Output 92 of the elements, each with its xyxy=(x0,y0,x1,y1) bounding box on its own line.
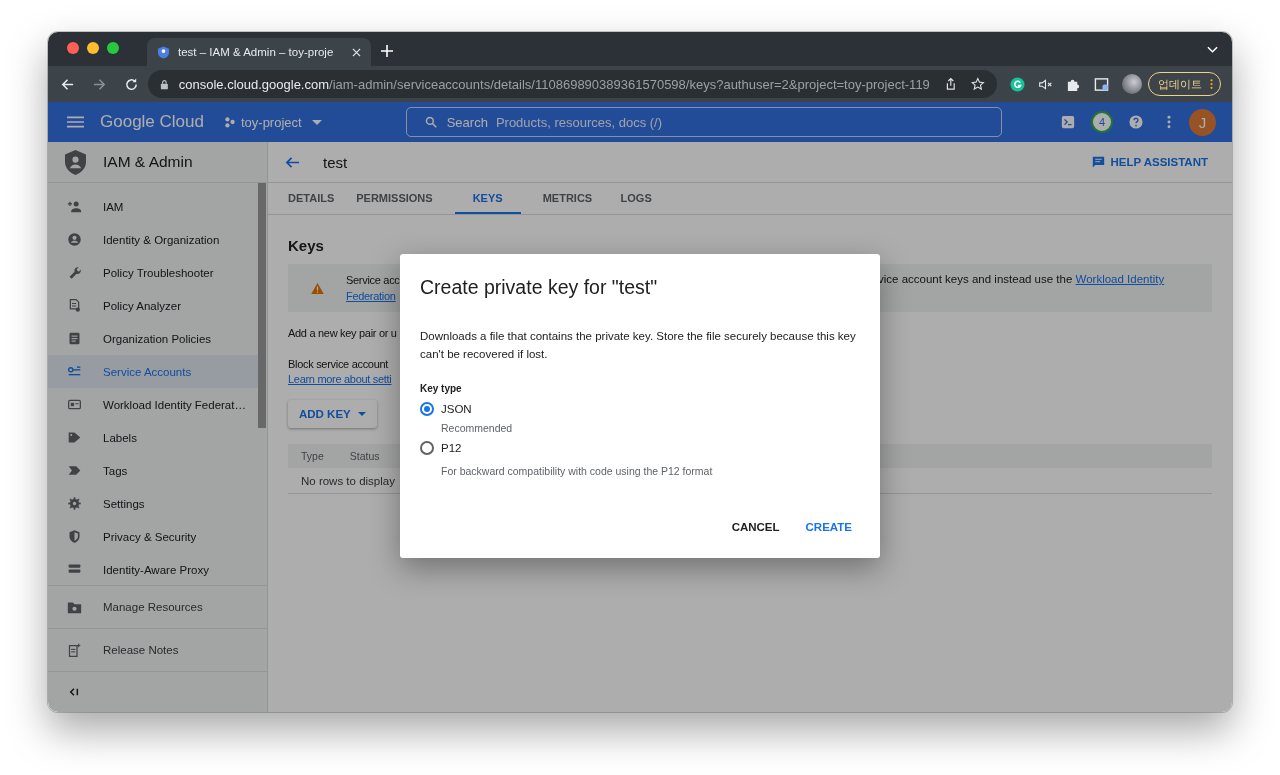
project-picker[interactable]: toy-project xyxy=(223,114,322,130)
sidebar-item[interactable]: IAM xyxy=(48,190,258,223)
sidebar-item[interactable]: Policy Analyzer xyxy=(48,289,258,322)
column-header[interactable]: Type xyxy=(301,450,324,462)
shield-icon xyxy=(157,45,170,59)
sidebar-link[interactable]: Release Notes xyxy=(48,629,267,672)
tab[interactable]: KEYS xyxy=(454,183,521,214)
tab[interactable]: PERMISSIONS xyxy=(356,183,433,214)
column-header[interactable]: Status xyxy=(349,450,380,462)
radio-option[interactable]: P12 xyxy=(420,441,462,455)
option-hint: Recommended xyxy=(440,422,514,434)
extension-icon[interactable] xyxy=(1010,76,1025,92)
new-tab-icon[interactable] xyxy=(381,45,393,57)
sidebar-item[interactable]: Tags xyxy=(48,454,258,487)
option-hint: For backward compatibility with code using the P12 format xyxy=(440,465,714,477)
sidebar-item[interactable]: Identity-Aware Proxy xyxy=(48,553,258,585)
shield-icon xyxy=(65,149,86,175)
dialog-description: Downloads a file that contains the private key. Store the file securely because this key can't be recovered if lost. xyxy=(420,329,857,362)
search-input[interactable]: Products, resources, docs (/) xyxy=(495,114,987,130)
shield-icon xyxy=(67,529,82,544)
caret-icon xyxy=(311,119,322,125)
side-panel-icon[interactable] xyxy=(1094,76,1109,92)
close-window-button[interactable] xyxy=(67,42,79,54)
person-circle-icon xyxy=(67,232,82,247)
sidebar-title: IAM & Admin xyxy=(103,153,193,171)
banner-text: Service acc xyxy=(346,274,400,286)
sidebar-item[interactable]: Workload Identity Federat… xyxy=(48,388,258,421)
maximize-window-button[interactable] xyxy=(107,42,119,54)
notification-badge[interactable]: 4 xyxy=(1091,111,1113,133)
close-icon[interactable] xyxy=(352,47,361,57)
empty-table-text: No rows to display xyxy=(301,474,395,487)
create-button[interactable]: CREATE xyxy=(797,513,860,541)
search-bar[interactable]: Search Products, resources, docs (/) xyxy=(405,107,1002,137)
minimize-window-button[interactable] xyxy=(87,42,99,54)
browser-tab[interactable]: test – IAM & Admin – toy-proje xyxy=(147,38,371,66)
page-title: test xyxy=(323,153,348,171)
tab[interactable]: METRICS xyxy=(542,183,593,214)
radio-option[interactable]: JSON xyxy=(420,402,472,416)
sidebar-item[interactable]: Organization Policies xyxy=(48,322,258,355)
help-assistant-link[interactable]: HELP ASSISTANT xyxy=(1092,155,1208,169)
radio-button[interactable] xyxy=(420,402,434,416)
sidebar-item[interactable]: Privacy & Security xyxy=(48,520,258,553)
list-icon xyxy=(67,331,82,346)
radio-button[interactable] xyxy=(420,441,434,455)
workload-identity-link[interactable]: Workload Identity xyxy=(1075,273,1165,285)
address-bar[interactable]: console.cloud.google.com/iam-admin/serviceaccounts/details/110869890389361570598/keys?authuser=2&project=toy-project-119 xyxy=(148,70,997,98)
notes-icon xyxy=(67,642,82,658)
sidebar-item[interactable]: Identity & Organization xyxy=(48,223,258,256)
logo[interactable]: Google Cloud xyxy=(100,112,204,132)
learn-more-link[interactable]: Learn more about setti xyxy=(288,373,392,385)
chat-icon xyxy=(1092,155,1106,169)
project-icon xyxy=(223,116,236,128)
help-icon[interactable] xyxy=(1129,115,1143,129)
block-text: Block service account xyxy=(288,358,389,370)
lock-icon xyxy=(160,78,169,90)
chevron-down-icon[interactable] xyxy=(1207,46,1218,54)
federation-link[interactable]: Federation xyxy=(346,290,396,302)
id-card-icon xyxy=(67,397,82,412)
cancel-button[interactable]: CANCEL xyxy=(723,513,788,541)
url-text: console.cloud.google.com/iam-admin/serviceaccounts/details/110869890389361570598/keys?authuser=2&project=toy-project-119 xyxy=(178,76,930,92)
sidebar-item[interactable]: Settings xyxy=(48,487,258,520)
tab[interactable]: DETAILS xyxy=(288,183,335,214)
label-icon xyxy=(67,463,82,478)
gear-icon xyxy=(67,496,82,511)
sidebar-link[interactable]: Manage Resources xyxy=(48,586,267,629)
person-add-icon xyxy=(67,199,82,214)
menu-icon[interactable] xyxy=(67,116,84,128)
add-key-button[interactable]: ADD KEY xyxy=(288,400,377,428)
scrollbar[interactable] xyxy=(258,183,266,428)
warning-icon xyxy=(311,282,324,294)
tab[interactable]: LOGS xyxy=(614,183,659,214)
collapse-icon[interactable] xyxy=(69,687,79,697)
more-icon xyxy=(1210,78,1213,90)
dialog-title: Create private key for "test" xyxy=(420,276,659,299)
sidebar-item[interactable]: Labels xyxy=(48,421,258,454)
document-icon xyxy=(67,298,82,313)
star-icon[interactable] xyxy=(971,77,985,91)
add-key-text: Add a new key pair or u xyxy=(288,327,397,339)
search-icon xyxy=(424,116,437,128)
profile-avatar[interactable] xyxy=(1122,74,1142,94)
update-button[interactable]: 업데이트 xyxy=(1148,72,1221,96)
section-title: Keys xyxy=(288,237,325,254)
key-type-label: Key type xyxy=(420,383,463,394)
terminal-icon[interactable] xyxy=(1061,115,1075,129)
tag-icon xyxy=(67,430,82,445)
wrench-icon xyxy=(67,265,82,280)
sidebar-item[interactable]: Policy Troubleshooter xyxy=(48,256,258,289)
more-icon[interactable] xyxy=(1167,115,1171,129)
reload-icon[interactable] xyxy=(124,76,139,92)
sidebar-item[interactable]: Service Accounts xyxy=(48,355,258,388)
caret-icon xyxy=(357,412,366,416)
search-label: Search xyxy=(446,114,488,130)
